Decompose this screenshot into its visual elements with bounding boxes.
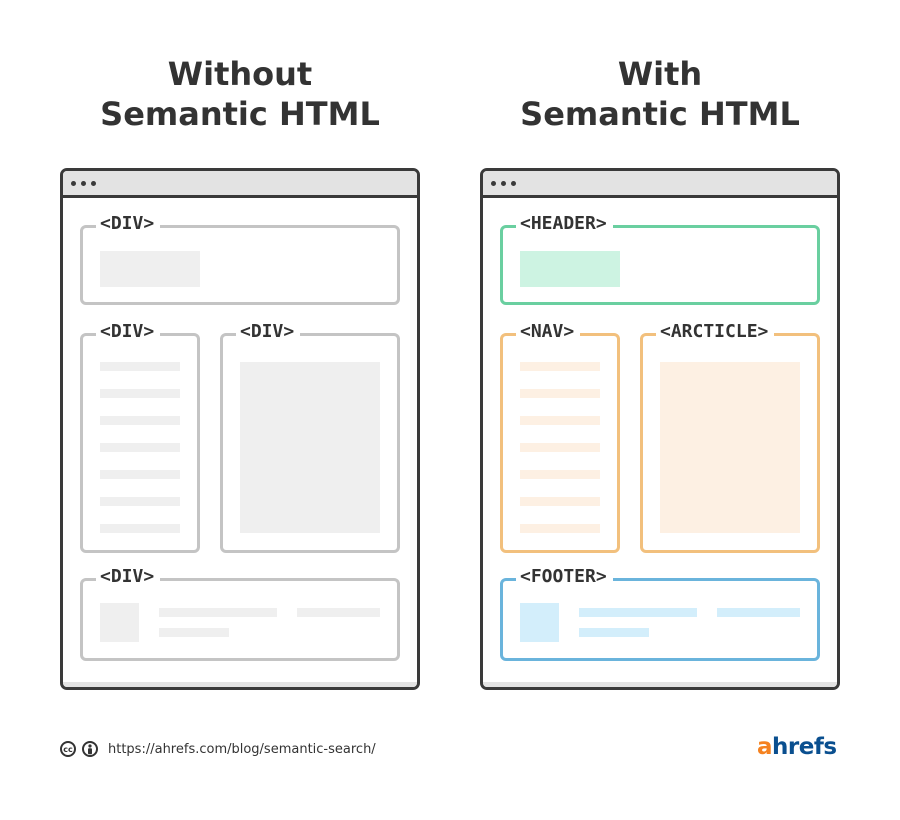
header-placeholder	[100, 251, 200, 287]
title-left-line1: Without	[167, 55, 313, 93]
title-right-line2: Semantic HTML	[520, 95, 800, 133]
title-left-line2: Semantic HTML	[100, 95, 380, 133]
article-box: <ARCTICLE>	[640, 321, 820, 553]
window-dot-icon	[81, 181, 86, 186]
footer-line-placeholder	[579, 608, 697, 617]
browser-window-with: <HEADER> <NAV> <ARCTICLE> <FOOTER>	[480, 168, 840, 690]
window-dot-icon	[511, 181, 516, 186]
browser-window-without: <DIV> <DIV> <DIV> <DIV>	[60, 168, 420, 690]
window-dot-icon	[91, 181, 96, 186]
nav-line-placeholder	[520, 524, 600, 533]
div-header-box: <DIV>	[80, 213, 400, 305]
div-tag-label: <DIV>	[96, 213, 161, 235]
nav-line-placeholder	[100, 470, 180, 479]
window-title-bar	[483, 171, 837, 198]
nav-line-placeholder	[100, 497, 180, 506]
footer-line-placeholder	[579, 628, 649, 637]
header-tag-label: <HEADER>	[516, 213, 613, 235]
nav-line-placeholder	[100, 362, 180, 371]
window-dot-icon	[501, 181, 506, 186]
footer-tag-label: <FOOTER>	[516, 566, 613, 588]
title-without-semantic: Without Semantic HTML	[60, 54, 420, 134]
attribution-person-icon	[82, 741, 98, 757]
footer-line-placeholder	[159, 628, 229, 637]
div-article-box: <DIV>	[220, 321, 400, 553]
div-tag-label: <DIV>	[96, 566, 161, 588]
nav-line-placeholder	[100, 524, 180, 533]
nav-line-placeholder	[520, 443, 600, 452]
div-tag-label: <DIV>	[96, 321, 161, 343]
nav-box: <NAV>	[500, 321, 620, 553]
header-placeholder	[520, 251, 620, 287]
title-right-line1: With	[617, 55, 703, 93]
window-dot-icon	[71, 181, 76, 186]
nav-tag-label: <NAV>	[516, 321, 581, 343]
window-bottom-bar	[63, 682, 417, 687]
footer-box: <FOOTER>	[500, 566, 820, 661]
nav-line-placeholder	[520, 416, 600, 425]
nav-line-placeholder	[520, 470, 600, 479]
nav-line-placeholder	[520, 389, 600, 398]
nav-line-placeholder	[520, 497, 600, 506]
footer-line-placeholder	[159, 608, 277, 617]
window-dot-icon	[491, 181, 496, 186]
footer-line-placeholder	[297, 608, 380, 617]
article-placeholder	[660, 362, 800, 533]
ahrefs-logo[interactable]: ahrefs	[757, 734, 837, 760]
ahrefs-logo-a: a	[757, 734, 773, 760]
attribution-bar: cc https://ahrefs.com/blog/semantic-sear…	[60, 737, 376, 761]
article-tag-label: <ARCTICLE>	[656, 321, 775, 343]
div-nav-box: <DIV>	[80, 321, 200, 553]
article-placeholder	[240, 362, 380, 533]
window-bottom-bar	[483, 682, 837, 687]
creative-commons-icon: cc	[60, 741, 76, 757]
nav-line-placeholder	[100, 389, 180, 398]
title-with-semantic: With Semantic HTML	[480, 54, 840, 134]
div-tag-label: <DIV>	[236, 321, 301, 343]
source-url-link[interactable]: https://ahrefs.com/blog/semantic-search/	[108, 742, 376, 757]
footer-line-placeholder	[717, 608, 800, 617]
nav-line-placeholder	[100, 416, 180, 425]
div-footer-box: <DIV>	[80, 566, 400, 661]
nav-line-placeholder	[520, 362, 600, 371]
footer-image-placeholder	[100, 603, 139, 642]
ahrefs-logo-rest: hrefs	[772, 734, 837, 760]
header-box: <HEADER>	[500, 213, 820, 305]
footer-image-placeholder	[520, 603, 559, 642]
nav-line-placeholder	[100, 443, 180, 452]
window-title-bar	[63, 171, 417, 198]
